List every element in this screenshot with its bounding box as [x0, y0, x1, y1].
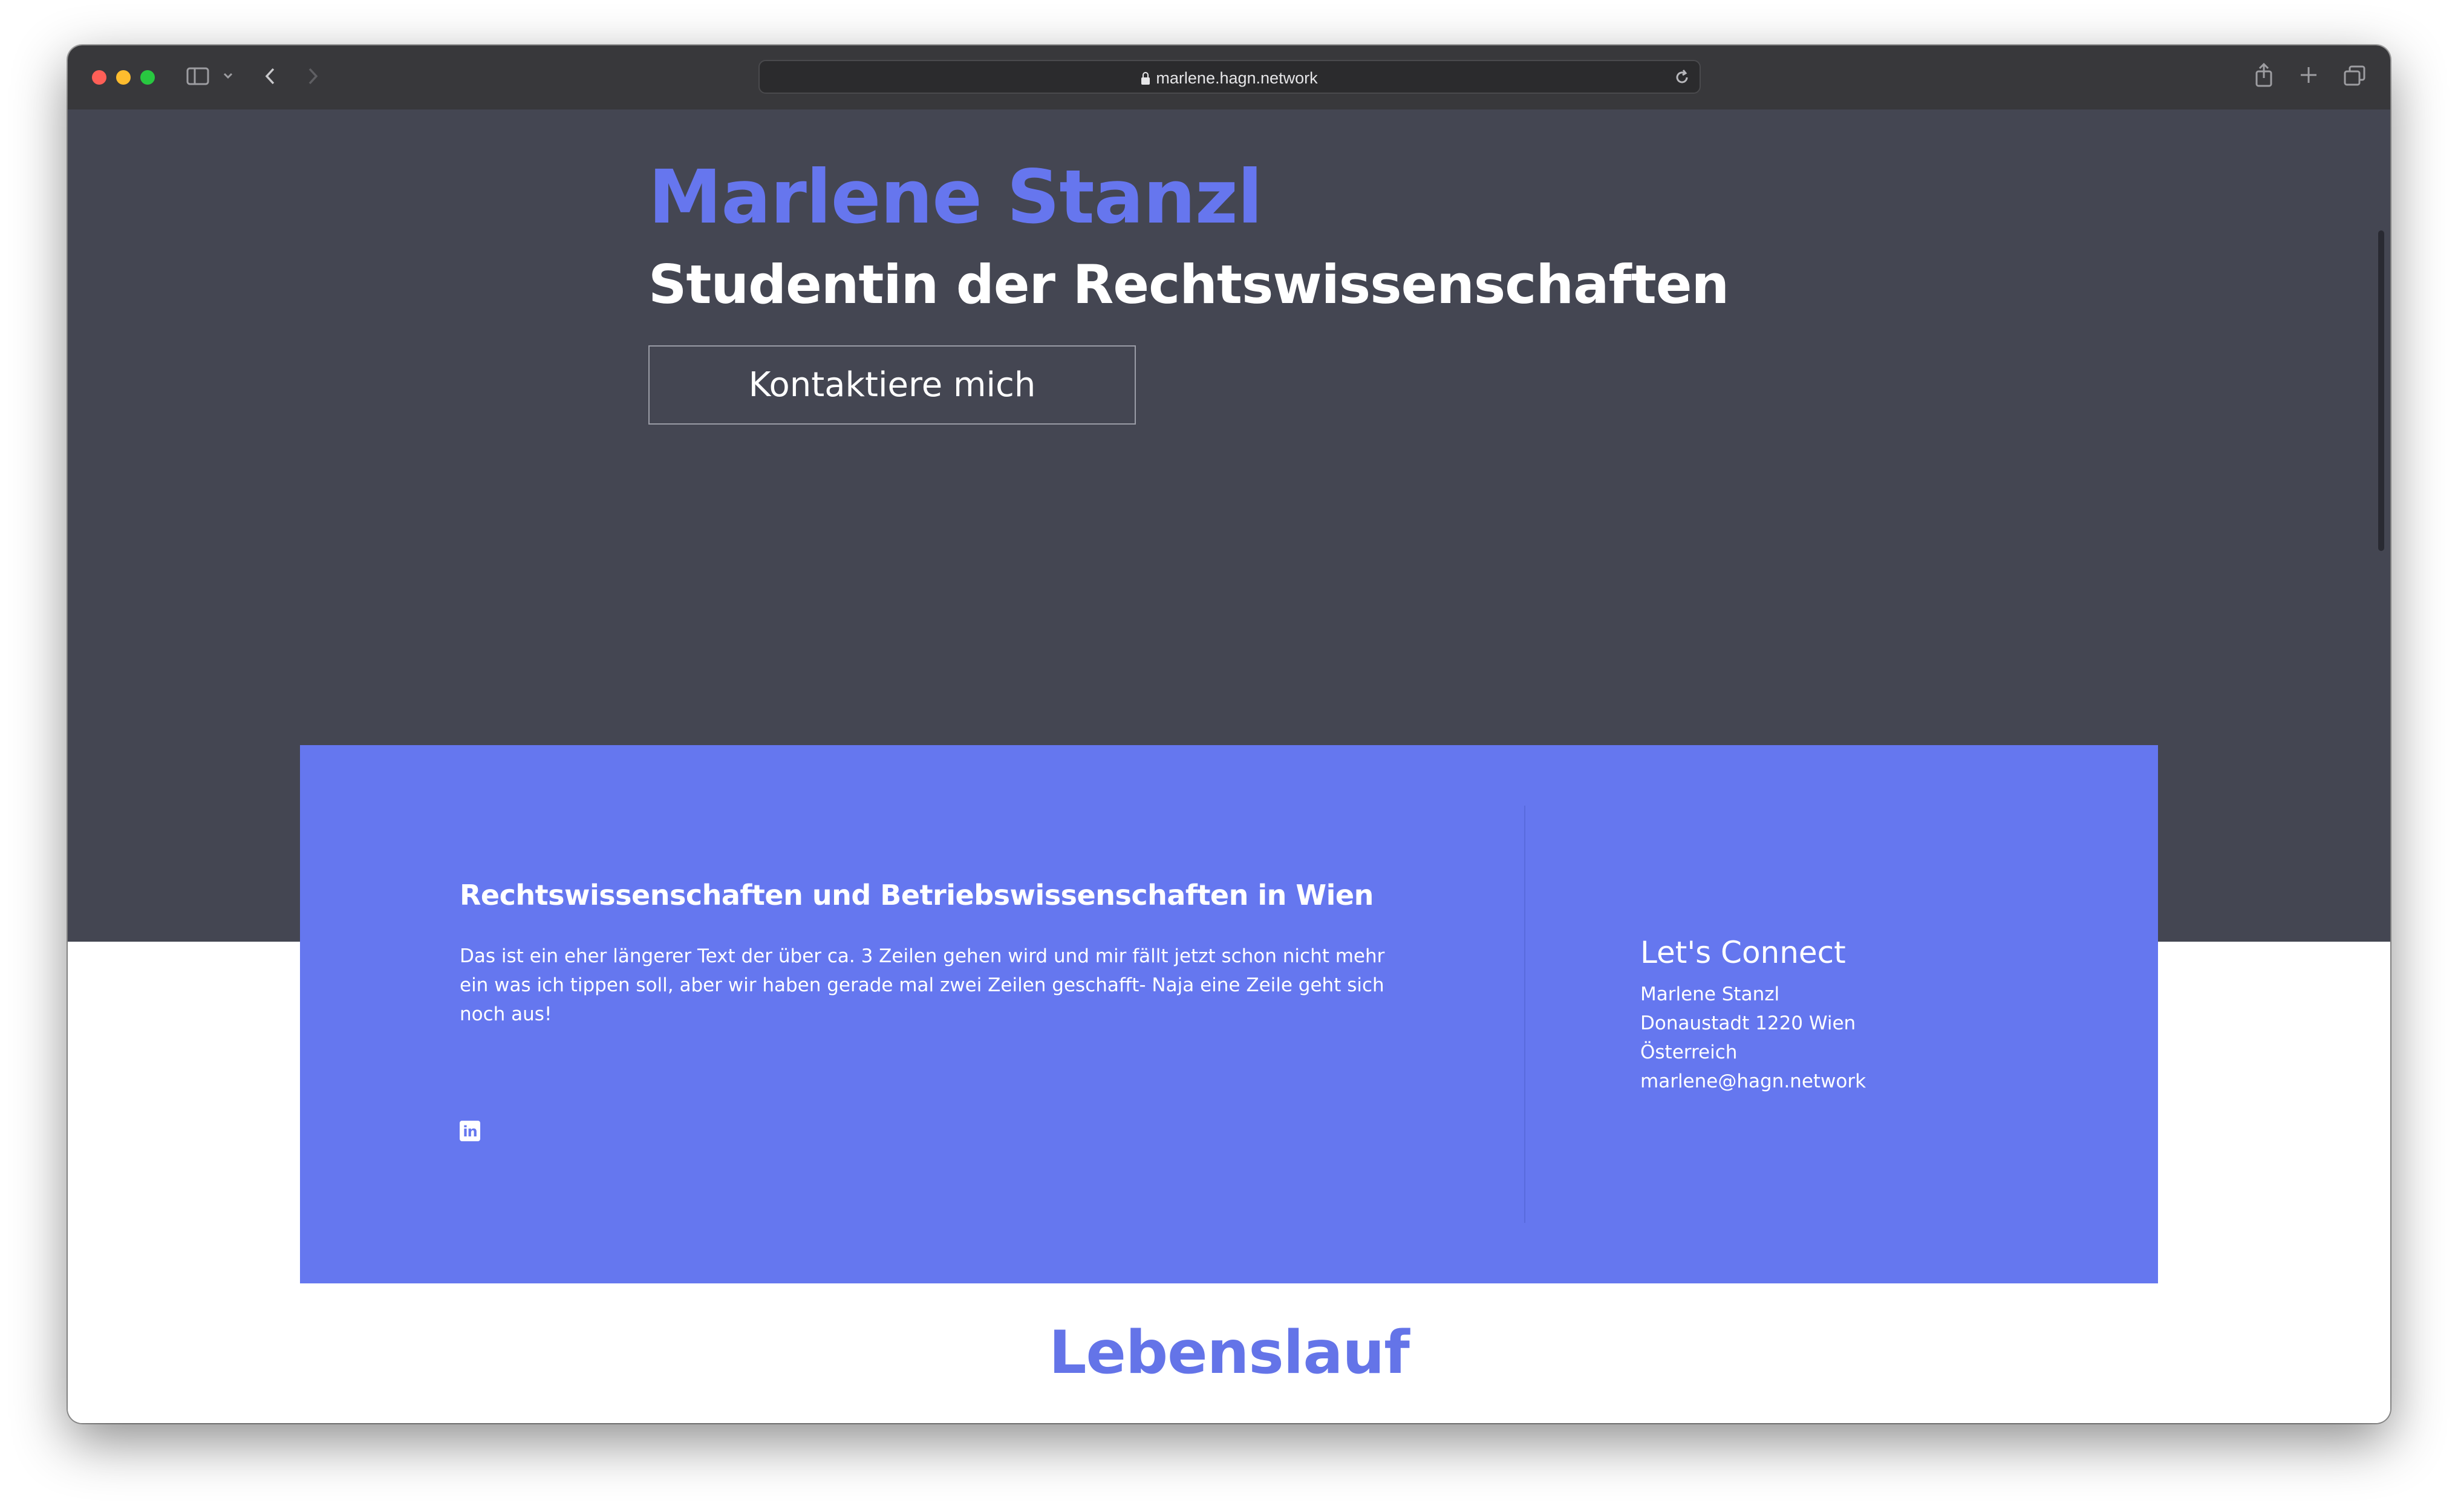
close-window-button[interactable] [92, 70, 106, 85]
hero-subtitle: Studentin der Rechtswissenschaften [648, 253, 1729, 316]
page-scrollbar[interactable] [2378, 230, 2384, 551]
browser-window: marlene.hagn.network Marlene Stanzl Stud… [68, 45, 2390, 1423]
linkedin-glyph: in [463, 1123, 477, 1140]
card-divider [1524, 806, 1525, 1223]
about-text: Das ist ein eher längerer Text der über … [460, 945, 1385, 1025]
new-tab-plus-icon[interactable] [2298, 65, 2319, 85]
contact-address: Donaustadt 1220 Wien [1640, 1012, 1856, 1034]
reload-icon[interactable] [1673, 68, 1691, 90]
contact-email[interactable]: marlene@hagn.network [1640, 1067, 1866, 1096]
share-icon[interactable] [2254, 62, 2274, 88]
address-url: marlene.hagn.network [760, 69, 1700, 87]
forward-arrow-icon[interactable] [306, 66, 319, 86]
browser-toolbar: marlene.hagn.network [68, 45, 2390, 111]
contact-country: Österreich [1640, 1041, 1738, 1063]
back-arrow-icon[interactable] [264, 66, 277, 86]
cv-heading: Lebenslauf [1049, 1318, 1410, 1387]
tab-overview-icon[interactable] [2343, 65, 2366, 86]
zoom-window-button[interactable] [140, 70, 155, 85]
info-card: Rechtswissenschaften und Betriebswissens… [300, 745, 2158, 1283]
connect-title: Let's Connect [1640, 935, 1846, 970]
lock-icon [1141, 72, 1150, 85]
contact-button[interactable]: Kontaktiere mich [648, 345, 1136, 425]
address-bar[interactable]: marlene.hagn.network [758, 60, 1701, 94]
contact-details: Marlene Stanzl Donaustadt 1220 Wien Öste… [1640, 980, 1866, 1096]
chevron-down-icon[interactable] [223, 68, 233, 84]
page-viewport: Marlene Stanzl Studentin der Rechtswisse… [68, 109, 2390, 1423]
about-title: Rechtswissenschaften und Betriebswissens… [460, 879, 1374, 911]
sidebar-toggle-icon[interactable] [186, 66, 209, 86]
minimize-window-button[interactable] [116, 70, 131, 85]
hero-name: Marlene Stanzl [648, 154, 1263, 240]
url-text: marlene.hagn.network [1156, 69, 1318, 87]
contact-name: Marlene Stanzl [1640, 983, 1780, 1005]
linkedin-icon[interactable]: in [460, 1121, 480, 1141]
